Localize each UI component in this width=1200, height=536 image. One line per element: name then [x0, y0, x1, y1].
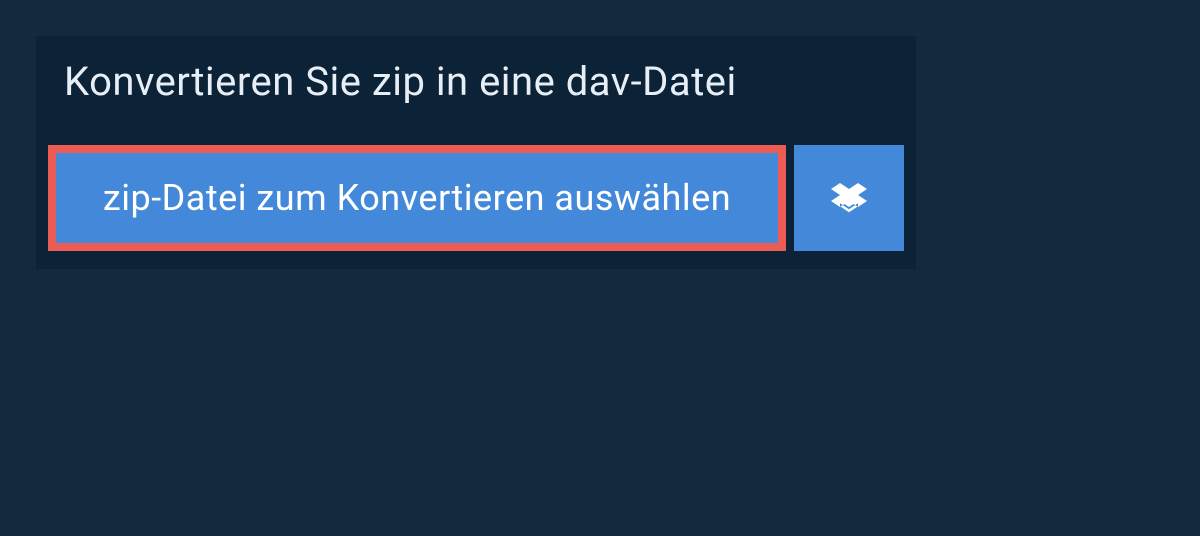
dropbox-button[interactable] — [794, 145, 904, 251]
panel-header: Konvertieren Sie zip in eine dav-Datei — [36, 36, 916, 145]
conversion-panel: Konvertieren Sie zip in eine dav-Datei z… — [36, 36, 916, 269]
dropbox-icon — [831, 180, 867, 216]
page-title: Konvertieren Sie zip in eine dav-Datei — [64, 58, 888, 105]
choose-file-highlight: zip-Datei zum Konvertieren auswählen — [48, 145, 786, 251]
choose-file-button[interactable]: zip-Datei zum Konvertieren auswählen — [56, 153, 778, 243]
button-row: zip-Datei zum Konvertieren auswählen — [36, 145, 916, 269]
